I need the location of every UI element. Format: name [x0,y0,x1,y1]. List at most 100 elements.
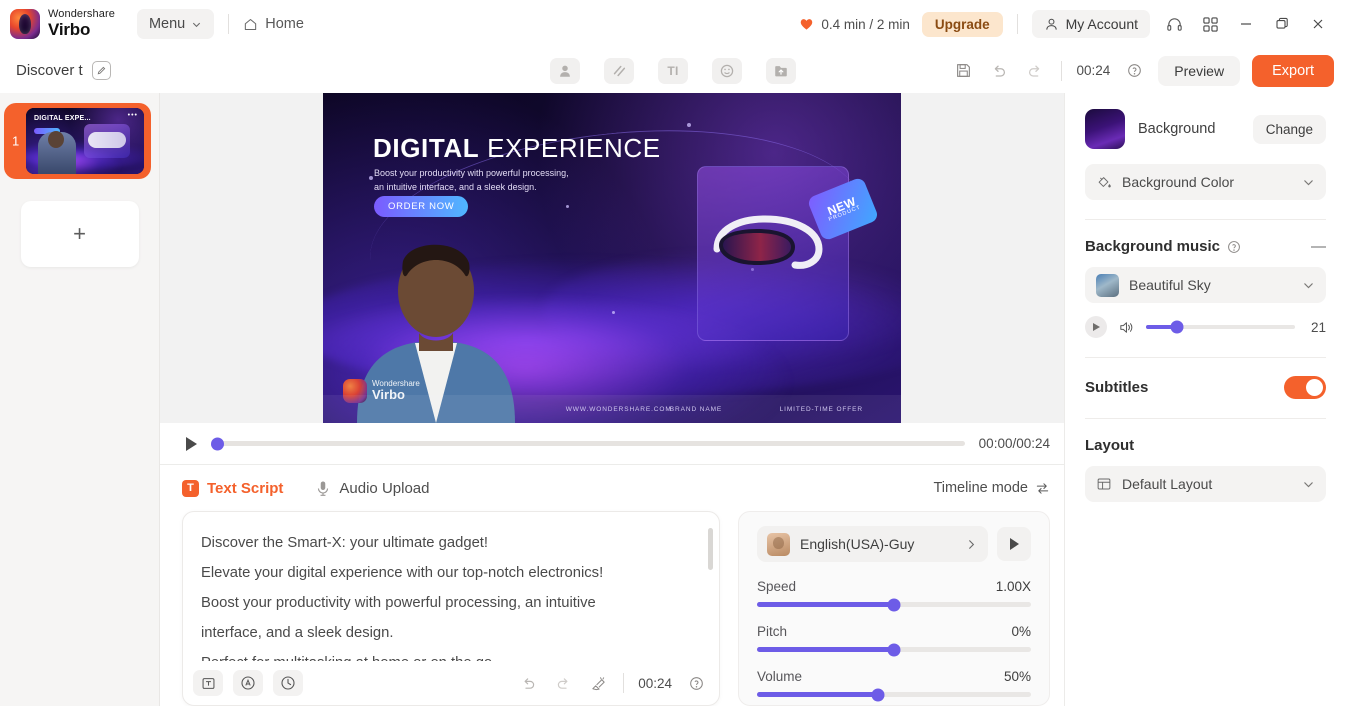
timeline-mode-button[interactable]: Timeline mode [933,480,1050,496]
music-track-dropdown[interactable]: Beautiful Sky [1085,267,1326,303]
window-controls [1158,9,1334,39]
support-button[interactable] [1158,9,1190,39]
upload-icon[interactable] [766,57,796,84]
music-volume-slider[interactable] [1146,320,1295,334]
minimize-button[interactable] [1230,9,1262,39]
play-button[interactable] [186,436,197,451]
home-button[interactable]: Home [243,16,304,32]
duration-help-button[interactable] [1122,59,1146,83]
subtitles-row: Subtitles [1085,376,1326,399]
speaker-icon[interactable] [1118,319,1135,336]
script-panes: Discover the Smart-X: your ultimate gadg… [182,511,1050,706]
save-button[interactable] [951,59,975,83]
virbo-editor-window: Wondershare Virbo Menu Home 0.4 min / 2 … [0,0,1346,706]
avatar-icon[interactable] [550,57,580,84]
layout-icon [1097,478,1111,490]
voice-selector[interactable]: English(USA)-Guy [757,526,988,562]
speed-slider[interactable] [757,598,1031,611]
effects-icon[interactable] [604,57,634,84]
center-column: DIGITAL EXPERIENCE Boost your productivi… [160,93,1064,706]
slide-item-1[interactable]: 1 DIGITAL EXPE... ••• [4,103,151,179]
script-redo-button[interactable] [552,672,574,694]
redo-icon [557,677,568,689]
slide-thumbnail: DIGITAL EXPE... ••• [26,108,144,174]
redo-button[interactable] [1023,59,1047,83]
wondershare-logo-icon [10,9,40,39]
project-duration: 00:24 [1076,63,1111,78]
music-track-label: Beautiful Sky [1129,277,1211,293]
background-color-dropdown[interactable]: Background Color [1085,164,1326,200]
voice-preview-button[interactable] [997,527,1031,561]
help-icon[interactable] [1227,240,1241,254]
minimize-icon [1241,23,1251,25]
progress-scrubber[interactable] [211,437,965,450]
scrubber-handle[interactable] [211,437,224,450]
tab-text-script[interactable]: T Text Script [182,479,284,497]
voice-avatar [767,532,790,556]
menu-label: Menu [148,16,186,32]
tab-text-script-label: Text Script [207,479,284,497]
script-editor-card: Discover the Smart-X: your ultimate gadg… [182,511,720,706]
swap-icon [1036,482,1049,494]
footer-offer: LIMITED-TIME OFFER [779,405,863,413]
canvas-dot [565,205,569,209]
menu-button[interactable]: Menu [136,9,215,39]
credits-text: 0.4 min / 2 min [821,16,910,32]
rename-project-button[interactable] [91,61,111,80]
background-music-header: Background music — [1085,238,1326,255]
background-row: Background Change [1085,109,1326,149]
pause-duration-icon[interactable] [273,670,303,696]
script-line: interface, and a sleek design. [201,625,394,642]
background-thumbnail[interactable] [1085,109,1125,149]
sticker-icon[interactable] [712,57,742,84]
video-canvas[interactable]: DIGITAL EXPERIENCE Boost your productivi… [323,93,901,423]
project-title: Discover t [16,62,83,79]
maximize-button[interactable] [1266,9,1298,39]
home-label: Home [265,16,304,32]
undo-button[interactable] [987,59,1011,83]
pronunciation-icon[interactable] [233,670,263,696]
help-icon [689,676,703,690]
script-line: Perfect for multitasking at home or on t… [201,648,693,661]
music-play-button[interactable] [1085,316,1107,338]
script-help-button[interactable] [685,672,707,694]
microphone-icon [318,481,329,496]
tab-audio-upload[interactable]: Audio Upload [315,480,429,497]
preview-button[interactable]: Preview [1158,55,1241,86]
panel-divider-1 [1085,219,1326,220]
voice-settings-card: English(USA)-Guy Speed 1.00X Pitch 0% Vo… [738,511,1050,706]
volume-slider[interactable] [757,688,1031,701]
script-textarea[interactable]: Discover the Smart-X: your ultimate gadg… [183,512,719,661]
upgrade-button[interactable]: Upgrade [921,11,1003,37]
script-scrollbar[interactable] [708,528,713,570]
layout-title: Layout [1085,437,1135,454]
toolbar-divider [1061,60,1063,81]
chevron-right-icon [969,539,975,549]
script-line: Elevate your digital experience with our… [201,565,604,582]
canvas-footer: WWW.WONDERSHARE.COM BRAND NAME LIMITED-T… [323,395,901,423]
close-button[interactable] [1302,9,1334,39]
text-icon[interactable]: TI [658,57,688,84]
subtitles-toggle[interactable] [1284,376,1326,399]
editor-body: 1 DIGITAL EXPE... ••• + DIGITAL EXPERIEN… [0,93,1346,706]
chevron-down-icon [1304,179,1313,185]
script-undo-button[interactable] [517,672,539,694]
header-divider [228,14,230,34]
canvas-subtitle-line1: Boost your productivity with powerful pr… [374,168,569,178]
header-divider-2 [1016,14,1018,34]
pitch-slider[interactable] [757,643,1031,656]
clear-brush-button[interactable] [587,672,609,694]
grid-icon [1202,16,1218,32]
canvas-area: DIGITAL EXPERIENCE Boost your productivi… [160,93,1064,423]
collapse-music-button[interactable]: — [1311,238,1326,255]
account-label: My Account [1065,16,1138,32]
undo-icon [995,65,1006,77]
export-button[interactable]: Export [1252,54,1334,87]
change-background-button[interactable]: Change [1252,114,1326,144]
text-box-icon[interactable] [193,670,223,696]
add-slide-button[interactable]: + [20,201,139,267]
layout-dropdown[interactable]: Default Layout [1085,466,1326,502]
apps-grid-button[interactable] [1194,9,1226,39]
editor-toolbar: Discover t TI 00:24 Preview Export [0,48,1346,93]
my-account-button[interactable]: My Account [1031,10,1150,38]
